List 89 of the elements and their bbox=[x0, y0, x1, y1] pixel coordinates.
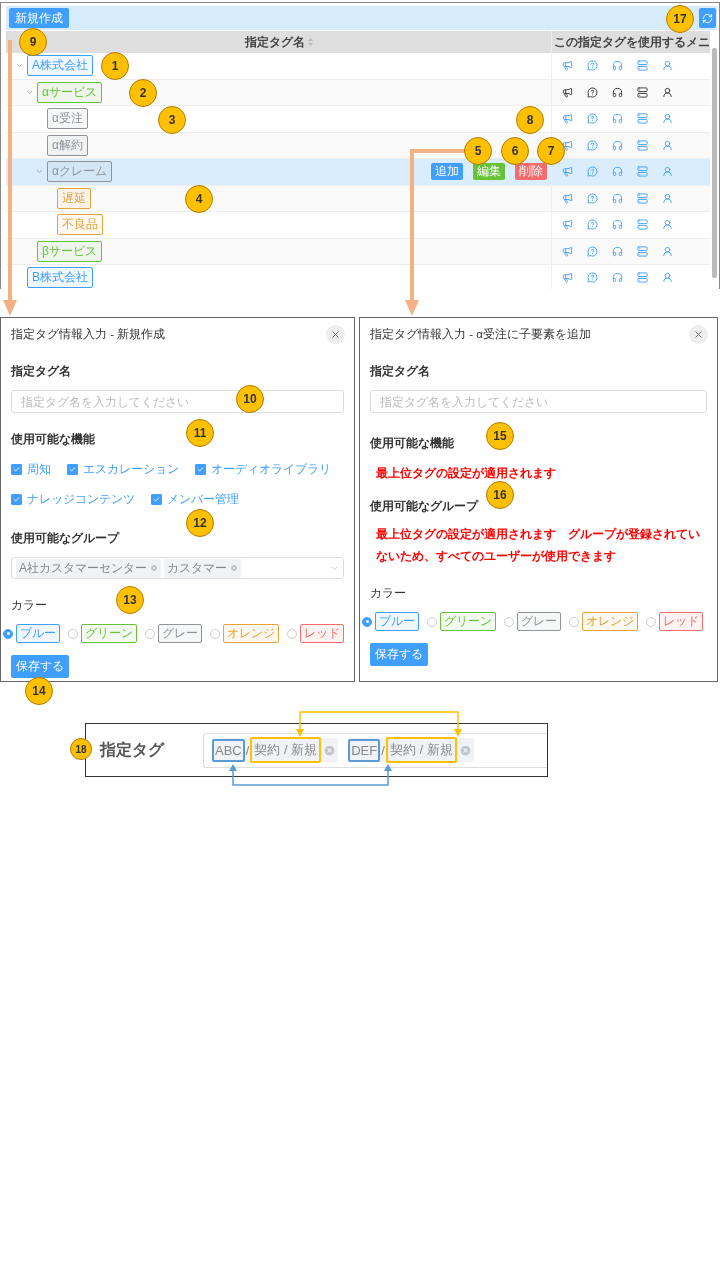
notice-text: 最上位タグの設定が適用されます bbox=[375, 465, 557, 482]
save-button[interactable]: 保存する bbox=[11, 655, 69, 678]
new-button[interactable]: 新規作成 bbox=[9, 8, 69, 28]
column-header[interactable]: 指定タグ名 bbox=[244, 33, 305, 51]
table-row[interactable]: αクレーム 追加 編集 削除 bbox=[6, 159, 710, 186]
callout-badge: 10 bbox=[236, 385, 264, 413]
scrollbar[interactable] bbox=[712, 48, 717, 278]
tag-path: 契約 / 新規 bbox=[385, 737, 457, 763]
column-header: この指定タグを使用するメニ bbox=[554, 33, 710, 51]
close-button[interactable] bbox=[689, 324, 708, 344]
field-label: カラー bbox=[11, 597, 47, 614]
radio-button[interactable] bbox=[145, 628, 155, 639]
tag-chip: B株式会社 bbox=[27, 267, 93, 289]
field-label: 使用可能な機能 bbox=[370, 435, 454, 452]
color-option[interactable]: オレンジ bbox=[223, 624, 279, 643]
separator-text: / bbox=[244, 742, 251, 758]
close-icon[interactable] bbox=[693, 328, 704, 340]
callout-badge: 18 bbox=[70, 738, 92, 760]
color-option[interactable]: グリーン bbox=[440, 612, 496, 631]
group-select[interactable]: A社カスタマーセンター カスタマー bbox=[11, 557, 344, 579]
remove-icon[interactable] bbox=[323, 743, 337, 757]
add-button[interactable]: 追加 bbox=[431, 163, 463, 181]
checkbox-label[interactable]: メンバー管理 bbox=[167, 491, 239, 508]
color-option[interactable]: グリーン bbox=[81, 624, 137, 643]
person-icon[interactable] bbox=[662, 86, 673, 98]
radio-button[interactable] bbox=[569, 616, 579, 627]
refresh-icon[interactable] bbox=[702, 12, 713, 24]
tag-chip: αサービス bbox=[37, 81, 102, 103]
sort-icon[interactable] bbox=[307, 38, 313, 46]
callout-badge: 16 bbox=[486, 481, 514, 509]
close-button[interactable] bbox=[326, 324, 345, 344]
radio-button[interactable] bbox=[646, 616, 656, 627]
radio-button[interactable] bbox=[3, 628, 13, 639]
checkbox-label[interactable]: オーディオライブラリ bbox=[211, 461, 331, 478]
remove-icon[interactable] bbox=[458, 743, 472, 757]
dialog-title: 指定タグ情報入力 - α受注に子要素を追加 bbox=[370, 326, 591, 342]
tag-chip: A株式会社 bbox=[27, 55, 93, 77]
tag-code: ABC bbox=[212, 738, 245, 762]
color-option[interactable]: グレー bbox=[158, 624, 202, 643]
notice-text: 最上位タグの設定が適用されます グループが登録されていないため、すべてのユーザーが使用できます bbox=[375, 526, 701, 565]
callout-badge: 11 bbox=[186, 419, 214, 447]
dialog-title: 指定タグ情報入力 - 新規作成 bbox=[11, 326, 166, 342]
field-label: 使用可能なグループ bbox=[11, 530, 119, 547]
color-option[interactable]: ブルー bbox=[375, 612, 419, 631]
megaphone-icon[interactable] bbox=[562, 86, 573, 98]
checkbox-label[interactable]: 周知 bbox=[27, 461, 51, 478]
radio-button[interactable] bbox=[362, 616, 372, 627]
separator-text: / bbox=[380, 742, 386, 758]
radio-button[interactable] bbox=[210, 628, 220, 639]
tag-field[interactable]: ABC / 契約 / 新規 DEF / 契約 / 新規 bbox=[203, 732, 547, 768]
headphones-icon[interactable] bbox=[612, 86, 623, 98]
cabinet-icon[interactable] bbox=[637, 86, 648, 98]
delete-button[interactable]: 削除 bbox=[515, 163, 547, 181]
radio-button[interactable] bbox=[287, 628, 297, 639]
checkbox-label[interactable]: エスカレーション bbox=[83, 461, 179, 478]
color-option[interactable]: グレー bbox=[517, 612, 561, 631]
radio-button[interactable] bbox=[68, 628, 78, 639]
color-option[interactable]: ブルー bbox=[16, 624, 60, 643]
group-chip: A社カスタマーセンター bbox=[16, 558, 161, 578]
tag-chip: 不良品 bbox=[57, 214, 103, 236]
question-bubble-icon[interactable] bbox=[587, 86, 598, 98]
field-label: 指定タグ名 bbox=[370, 363, 430, 380]
callout-badge: 14 bbox=[25, 677, 53, 705]
tag-code: DEF bbox=[348, 738, 381, 762]
refresh-button[interactable] bbox=[699, 8, 716, 28]
callout-badge: 15 bbox=[486, 422, 514, 450]
tag-chip: αクレーム bbox=[47, 161, 112, 183]
edit-button[interactable]: 編集 bbox=[473, 163, 505, 181]
callout-badge: 13 bbox=[116, 586, 144, 614]
color-option[interactable]: レッド bbox=[300, 624, 344, 643]
tag-chip: βサービス bbox=[37, 240, 102, 262]
radio-button[interactable] bbox=[504, 616, 514, 627]
save-button[interactable]: 保存する bbox=[370, 643, 428, 666]
field-label: カラー bbox=[370, 585, 406, 602]
field-label: 指定タグ名 bbox=[11, 363, 71, 380]
tag-chip: α受注 bbox=[47, 108, 88, 130]
field-label: 使用可能な機能 bbox=[11, 431, 95, 448]
close-icon[interactable] bbox=[330, 328, 341, 340]
color-option[interactable]: オレンジ bbox=[582, 612, 638, 631]
tag-path: 契約 / 新規 bbox=[250, 737, 322, 763]
tag-chip: α解約 bbox=[47, 134, 88, 156]
tag-chip: 遅延 bbox=[57, 187, 91, 209]
checkbox-label[interactable]: ナレッジコンテンツ bbox=[27, 491, 135, 508]
field-label: 指定タグ bbox=[100, 739, 166, 760]
field-label: 使用可能なグループ bbox=[370, 498, 478, 515]
callout-badge: 12 bbox=[186, 509, 214, 537]
group-chip: カスタマー bbox=[164, 558, 241, 578]
radio-button[interactable] bbox=[427, 616, 437, 627]
color-option[interactable]: レッド bbox=[659, 612, 703, 631]
